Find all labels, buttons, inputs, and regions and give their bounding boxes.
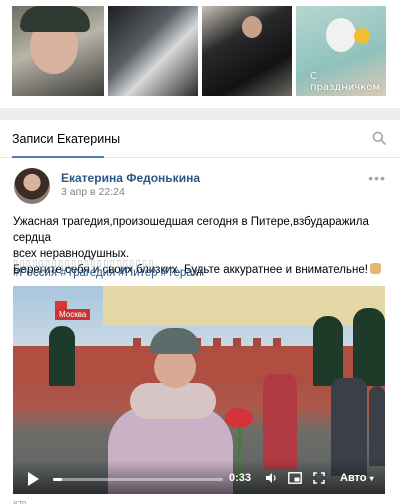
miniplayer-icon[interactable] bbox=[288, 472, 302, 484]
wall-header: Записи Екатерины bbox=[0, 120, 400, 158]
photo-caption: С праздничком bbox=[310, 71, 380, 93]
post-date[interactable]: 3 апр в 22:24 bbox=[61, 186, 125, 198]
post-hashtags[interactable]: #Россия #Трагедия #Питер #Теракт bbox=[13, 267, 203, 279]
progress-fill bbox=[53, 478, 62, 481]
wall-battlement bbox=[273, 338, 281, 348]
wall-battlement bbox=[253, 338, 261, 348]
video-player[interactable]: Москва 0:33 Авто ▾ bbox=[13, 286, 385, 494]
post-footer-count: 879 bbox=[13, 500, 26, 504]
girl-scarf bbox=[130, 383, 216, 419]
more-options-icon[interactable]: ••• bbox=[368, 170, 386, 186]
photo-strip: С праздничком bbox=[0, 0, 400, 108]
fullscreen-icon[interactable] bbox=[313, 472, 325, 484]
wall-post: Екатерина Федонькина 3 апр в 22:24 ••• У… bbox=[0, 158, 400, 504]
flag-marker bbox=[55, 301, 67, 309]
palace-building bbox=[103, 286, 385, 326]
quality-selector[interactable]: Авто ▾ bbox=[340, 472, 374, 484]
girl-hat bbox=[150, 328, 200, 354]
chevron-down-icon: ▾ bbox=[369, 474, 374, 483]
tulip-flowers bbox=[354, 28, 370, 44]
red-flower bbox=[225, 408, 253, 428]
tree bbox=[49, 326, 75, 386]
quality-label: Авто bbox=[340, 472, 367, 484]
friend-face bbox=[242, 16, 262, 38]
video-controls: 0:33 Авто ▾ bbox=[13, 460, 385, 494]
progress-bar[interactable] bbox=[53, 478, 223, 481]
photo-friends[interactable] bbox=[202, 6, 292, 96]
tree bbox=[313, 316, 343, 386]
avatar[interactable] bbox=[14, 168, 50, 204]
play-icon[interactable] bbox=[28, 472, 39, 486]
person-in-dark bbox=[369, 386, 385, 466]
wall-title[interactable]: Записи Екатерины bbox=[12, 132, 120, 146]
photo-girl-portrait[interactable] bbox=[12, 6, 104, 96]
cat-figure bbox=[326, 18, 356, 52]
post-text-line: Ужасная трагедия,произошедшая сегодня в … bbox=[13, 216, 369, 244]
search-icon[interactable] bbox=[372, 131, 386, 145]
photo-cat-flowers[interactable]: С праздничком bbox=[296, 6, 386, 96]
praying-hands-icon bbox=[369, 263, 381, 274]
photo-legs-sneakers[interactable] bbox=[108, 6, 198, 96]
video-time: 0:33 bbox=[229, 472, 252, 484]
volume-icon[interactable] bbox=[265, 472, 277, 484]
tree bbox=[353, 308, 385, 386]
location-tag: Москва bbox=[55, 309, 91, 320]
post-author[interactable]: Екатерина Федонькина bbox=[61, 171, 200, 185]
person-in-red bbox=[263, 374, 297, 470]
wall-battlement bbox=[233, 338, 241, 348]
portrait-hat bbox=[20, 6, 90, 32]
